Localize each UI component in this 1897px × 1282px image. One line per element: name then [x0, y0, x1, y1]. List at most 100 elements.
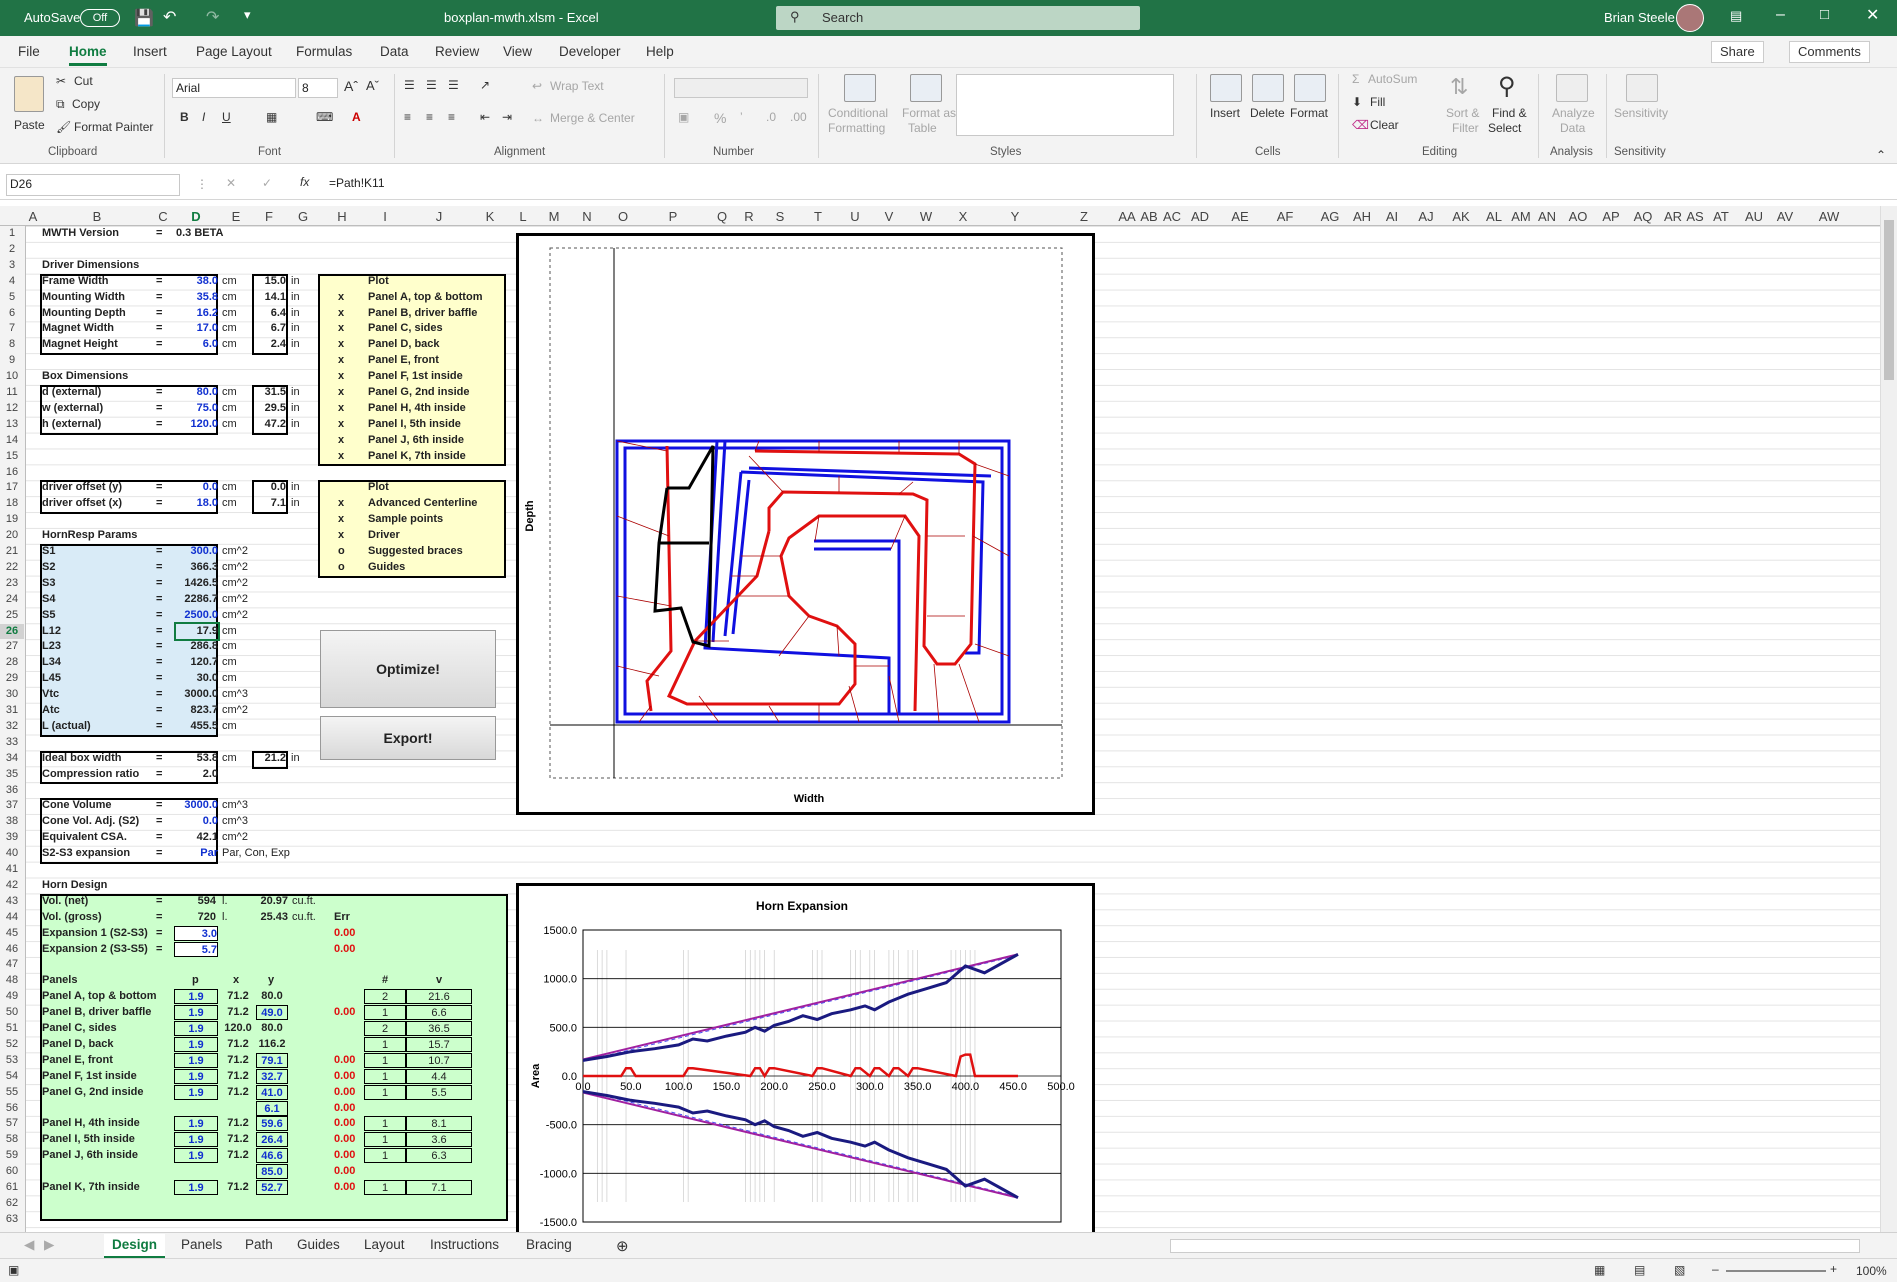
panel-x[interactable]: 71.2	[222, 1116, 254, 1131]
param-label[interactable]: Frame Width	[42, 274, 152, 289]
column-header[interactable]: M	[549, 209, 560, 224]
param-label[interactable]: Compression ratio	[42, 767, 152, 782]
column-header[interactable]: Z	[1080, 209, 1088, 224]
row-header[interactable]: 36	[0, 783, 24, 798]
equals-sign[interactable]: =	[156, 624, 166, 639]
plot-toggle[interactable]: x	[338, 337, 348, 352]
equals-sign[interactable]: =	[156, 274, 166, 289]
analyze-data-icon[interactable]	[1556, 74, 1588, 102]
plot-item-label[interactable]: Panel K, 7th inside	[368, 449, 502, 464]
panel-p[interactable]: 1.9	[174, 1021, 218, 1036]
plot-toggle[interactable]: x	[338, 306, 348, 321]
panel-err[interactable]: 0.00	[334, 1116, 364, 1131]
find-select-icon[interactable]: ⚲	[1498, 72, 1516, 101]
param-label[interactable]: d (external)	[42, 385, 152, 400]
tab-review[interactable]: Review	[435, 44, 479, 59]
equals-sign[interactable]: =	[156, 385, 166, 400]
equals-sign[interactable]: =	[156, 226, 166, 241]
merge-center-button[interactable]: Merge & Center	[550, 111, 635, 125]
param-value[interactable]: 286.8	[176, 639, 218, 654]
row-header[interactable]: 4	[0, 274, 24, 289]
count-header[interactable]: #	[382, 973, 392, 988]
panel-name[interactable]: Panel E, front	[42, 1053, 172, 1068]
row-header[interactable]: 1	[0, 226, 24, 241]
paste-icon[interactable]	[14, 76, 44, 112]
currency-icon[interactable]: ▣	[678, 110, 689, 124]
inch-value[interactable]: 47.2	[252, 417, 286, 432]
row-header[interactable]: 28	[0, 655, 24, 670]
equals-sign[interactable]: =	[156, 910, 166, 925]
unit-label[interactable]: cm	[222, 751, 242, 766]
param-value[interactable]: 0.0	[176, 814, 218, 829]
plot-item-label[interactable]: Sample points	[368, 512, 502, 527]
plot-item-label[interactable]: Panel B, driver baffle	[368, 306, 502, 321]
sheet-tab-path[interactable]: Path	[245, 1237, 273, 1252]
name-box[interactable]: D26	[6, 174, 180, 196]
minimize-icon[interactable]: –	[1776, 6, 1785, 24]
row-header[interactable]: 27	[0, 639, 24, 654]
inch-value[interactable]: 14.1	[252, 290, 286, 305]
err-value[interactable]: 0.00	[334, 926, 364, 941]
unit-label[interactable]: l.	[222, 894, 236, 909]
inch-value[interactable]: 2.4	[252, 337, 286, 352]
panel-name[interactable]: Panel G, 2nd inside	[42, 1085, 172, 1100]
section-title[interactable]: HornResp Params	[42, 528, 182, 543]
equals-sign[interactable]: =	[156, 290, 166, 305]
panel-v[interactable]: 10.7	[406, 1052, 472, 1068]
column-header[interactable]: AM	[1511, 209, 1531, 224]
close-icon[interactable]: ✕	[1866, 5, 1879, 25]
row-header[interactable]: 43	[0, 894, 24, 909]
sheet-prev-icon[interactable]: ◀	[24, 1237, 34, 1253]
panel-count[interactable]: 1	[364, 1005, 406, 1021]
param-label[interactable]: S2	[42, 560, 152, 575]
equals-sign[interactable]: =	[156, 830, 166, 845]
column-header[interactable]: AE	[1231, 209, 1248, 224]
unit-label[interactable]: cm	[222, 480, 242, 495]
avatar[interactable]	[1676, 4, 1704, 32]
equals-sign[interactable]: =	[156, 417, 166, 432]
enter-icon[interactable]: ✓	[262, 176, 272, 190]
inch-value[interactable]: 6.4	[252, 306, 286, 321]
panel-p[interactable]: 1.9	[174, 1180, 218, 1195]
panel-y[interactable]: 32.7	[256, 1068, 288, 1084]
unit-label[interactable]: cm^2	[222, 608, 252, 623]
column-header[interactable]: O	[618, 209, 628, 224]
panel-y[interactable]: 116.2	[256, 1037, 288, 1052]
inch-value[interactable]: 0.0	[252, 480, 286, 495]
horn-expansion-chart[interactable]: 1500.0 1000.0 500.0 0.0 -500.0 -1000.0 -1500.0…	[516, 883, 1095, 1232]
row-header[interactable]: 34	[0, 751, 24, 766]
formula-input[interactable]: =Path!K11	[326, 174, 1890, 196]
panel-p[interactable]: 1.9	[174, 1068, 218, 1084]
layout-chart[interactable]: Depth Width	[516, 233, 1095, 815]
analyze-data-button[interactable]: Analyze	[1552, 106, 1595, 120]
plot-toggle[interactable]: x	[338, 433, 348, 448]
borders-icon[interactable]: ▦	[266, 110, 277, 124]
column-header[interactable]: AP	[1602, 209, 1619, 224]
sheet-tab-design[interactable]: Design	[104, 1234, 166, 1259]
column-header[interactable]: V	[885, 209, 894, 224]
param-value[interactable]: 366.3	[176, 560, 218, 575]
panel-name[interactable]: Panel D, back	[42, 1037, 172, 1052]
column-header[interactable]: A	[29, 209, 38, 224]
equals-sign[interactable]: =	[156, 337, 166, 352]
align-bottom-icon[interactable]: ☰	[448, 78, 459, 92]
param-label[interactable]: Cone Volume	[42, 798, 152, 813]
column-header[interactable]: AH	[1353, 209, 1371, 224]
row-header[interactable]: 8	[0, 337, 24, 352]
inch-value[interactable]: 15.0	[252, 274, 286, 289]
row-header[interactable]: 14	[0, 433, 24, 448]
param-value[interactable]: 53.8	[176, 751, 218, 766]
param-label[interactable]: Cone Vol. Adj. (S2)	[42, 814, 152, 829]
panel-count[interactable]: 1	[364, 1180, 406, 1195]
unit-label[interactable]: cu.ft.	[292, 894, 328, 909]
param-value[interactable]: 17.0	[176, 321, 218, 336]
panel-v[interactable]: 7.1	[406, 1180, 472, 1195]
sheet-tab-panels[interactable]: Panels	[181, 1237, 222, 1252]
plot-item-label[interactable]: Panel E, front	[368, 353, 502, 368]
panel-v[interactable]: 36.5	[406, 1021, 472, 1036]
param-value[interactable]: 17.9	[174, 621, 220, 641]
column-header[interactable]: T	[814, 209, 822, 224]
sheet-tab-layout[interactable]: Layout	[364, 1237, 405, 1252]
param-value[interactable]: 120.7	[176, 655, 218, 670]
format-painter-icon[interactable]: 🖌	[56, 120, 71, 134]
